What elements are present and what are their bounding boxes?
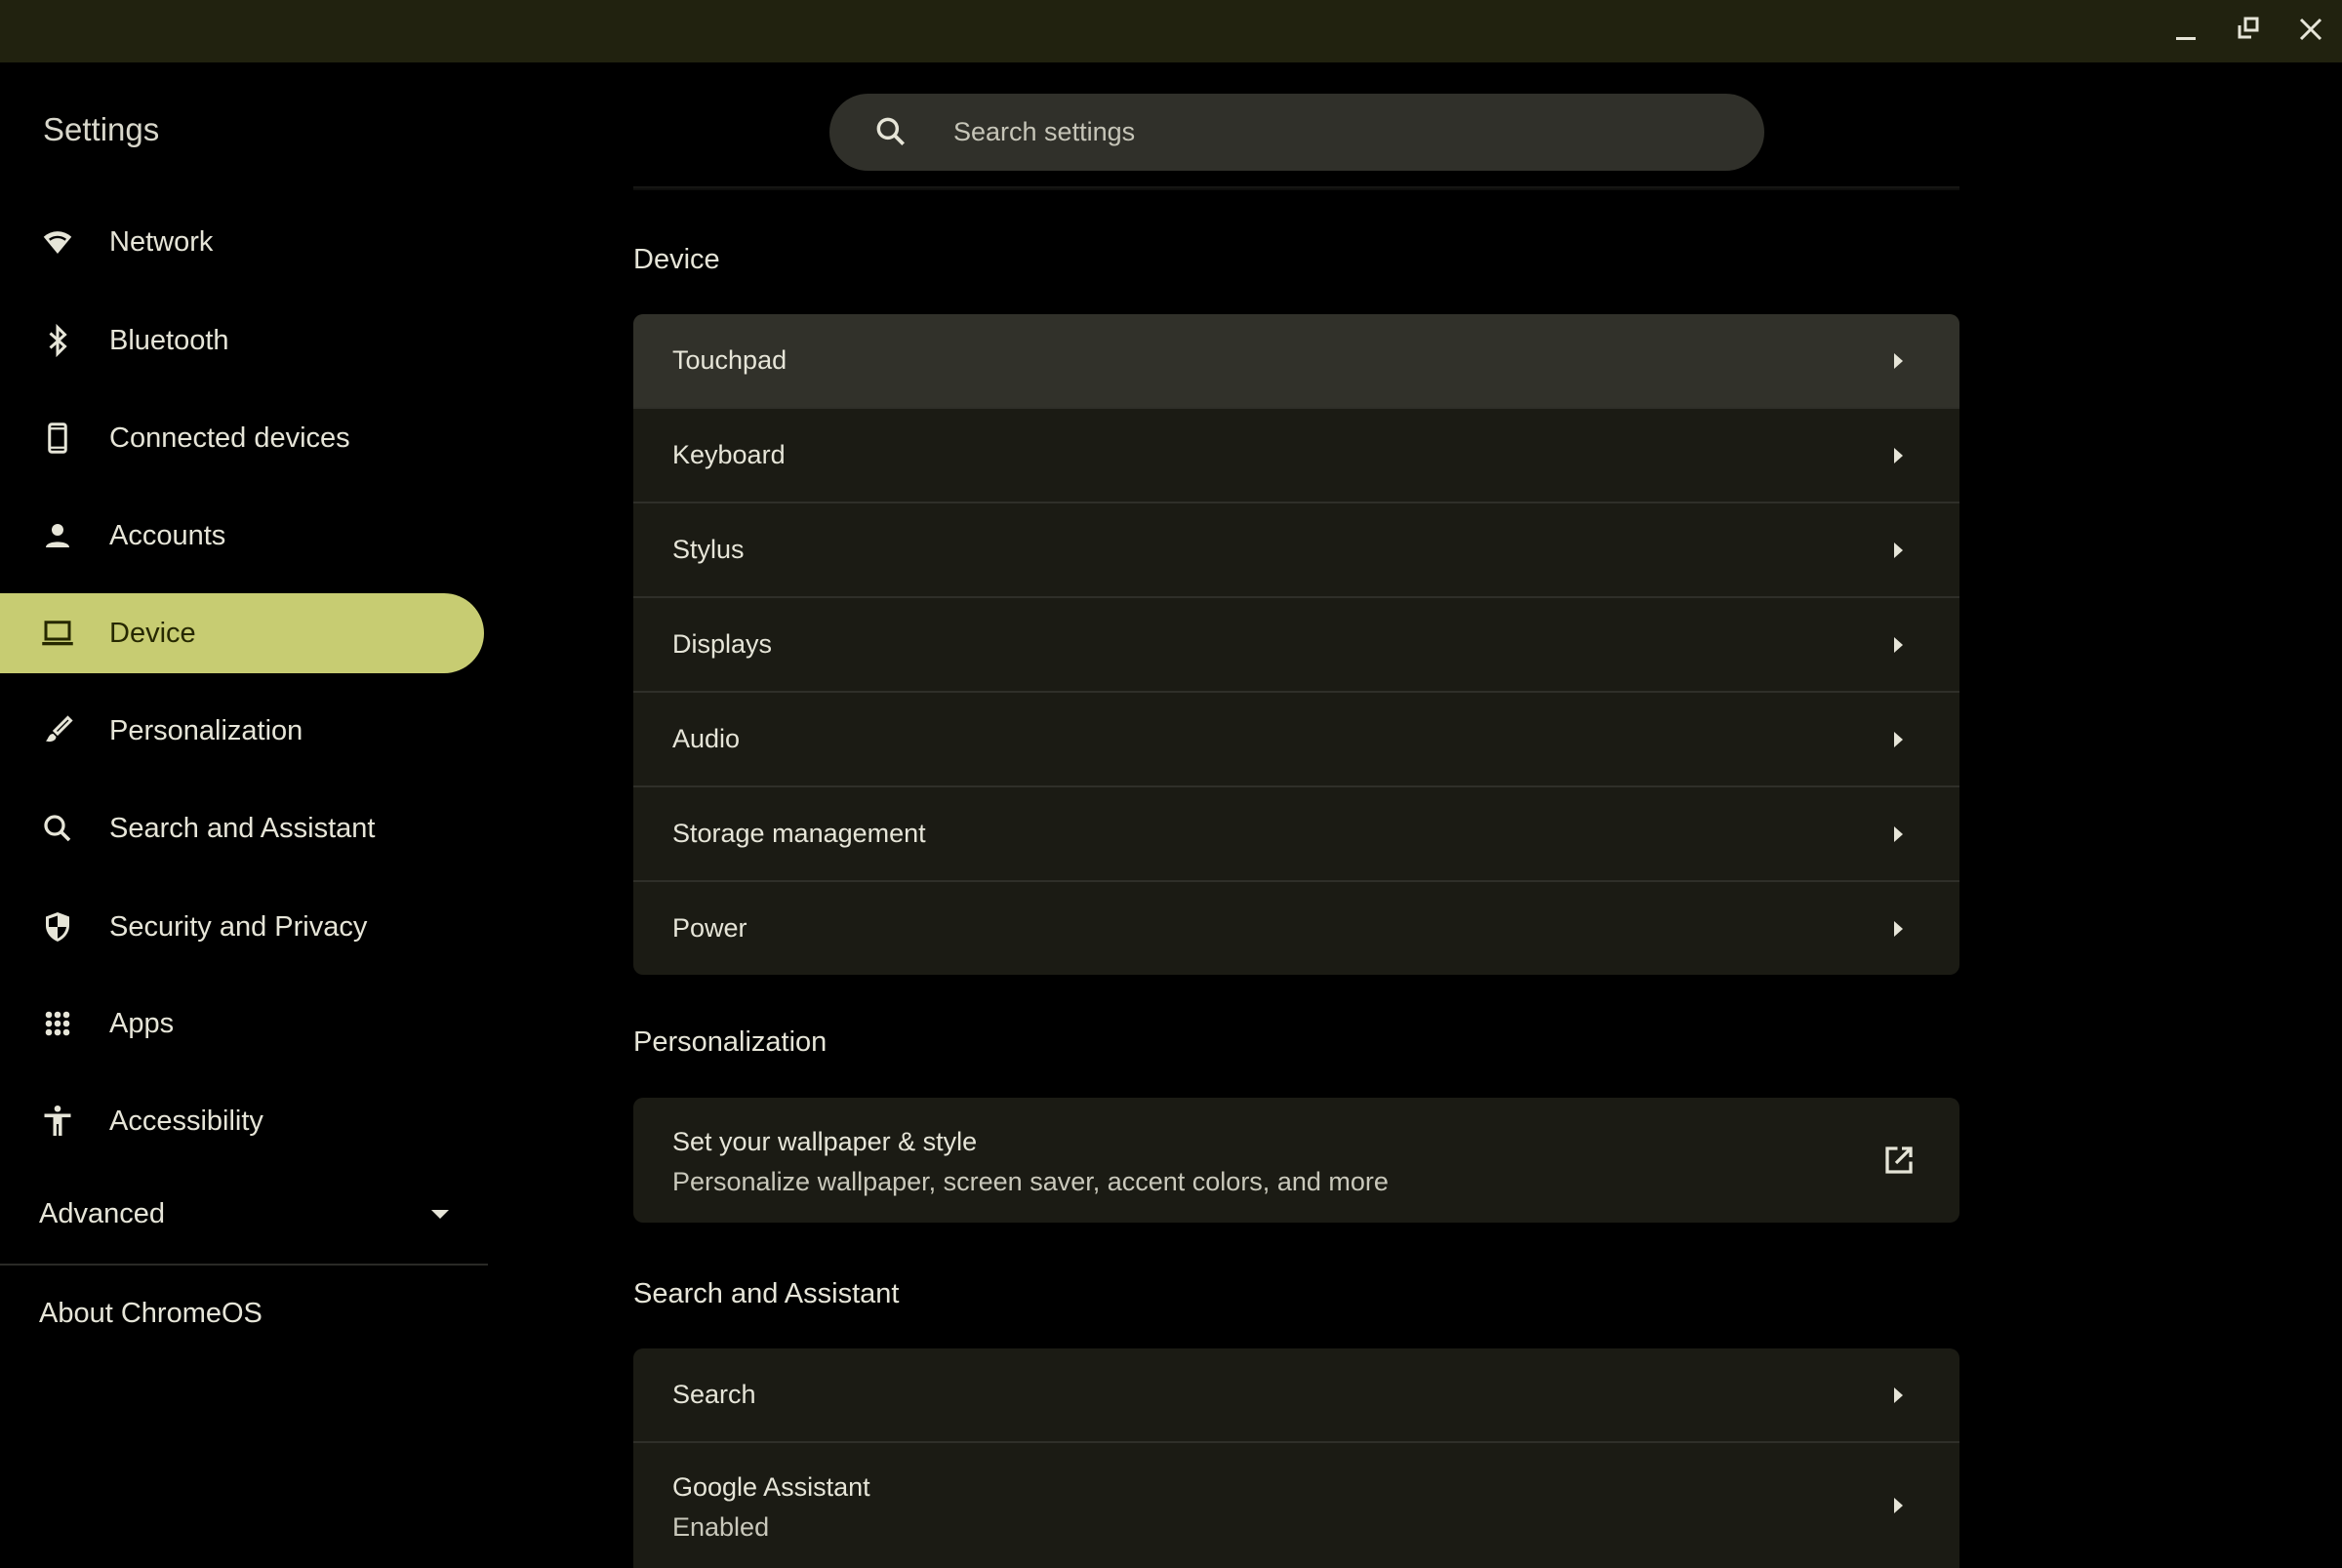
sidebar-item-label: Accessibility [109, 1105, 263, 1137]
sidebar-item-network[interactable]: Network [0, 202, 484, 282]
restore-icon [2238, 17, 2259, 39]
row-label: Search [672, 1380, 756, 1409]
shield-icon [39, 908, 76, 945]
row-label: Audio [672, 724, 741, 753]
sidebar-item-search-and-assistant[interactable]: Search and Assistant [0, 788, 484, 868]
arrow-right-icon [1894, 920, 1903, 937]
minimize-button[interactable] [2166, 12, 2205, 51]
sidebar-divider [0, 1264, 488, 1266]
section-heading-search-and-assistant: Search and Assistant [633, 1278, 900, 1309]
arrow-right-icon [1894, 1498, 1903, 1513]
sidebar-item-security-and-privacy[interactable]: Security and Privacy [0, 887, 484, 967]
section-heading-personalization: Personalization [633, 1026, 828, 1058]
row-audio[interactable]: Audio [633, 691, 1959, 785]
wifi-icon [39, 223, 76, 261]
sidebar-item-label: Accounts [109, 519, 226, 551]
sidebar: Settings Network Bluetooth Connected dev… [0, 62, 488, 1561]
row-stylus[interactable]: Stylus [633, 502, 1959, 596]
sidebar-item-label: Network [109, 225, 214, 258]
arrow-right-icon [1894, 731, 1903, 747]
sidebar-item-bluetooth[interactable]: Bluetooth [0, 301, 484, 381]
app-title: Settings [43, 111, 160, 147]
sidebar-item-connected-devices[interactable]: Connected devices [0, 398, 484, 478]
sidebar-item-accounts[interactable]: Accounts [0, 496, 484, 576]
arrow-right-icon [1894, 825, 1903, 842]
sidebar-item-label: Apps [109, 1007, 175, 1039]
search-input[interactable]: Search settings [829, 94, 1764, 171]
row-title: Set your wallpaper & style [672, 1127, 978, 1156]
row-label: Displays [672, 629, 773, 659]
arrow-right-icon [1894, 1387, 1903, 1403]
laptop-icon [39, 615, 76, 652]
close-icon [2299, 18, 2322, 41]
restore-button[interactable] [2229, 12, 2268, 51]
arrow-right-icon [1894, 352, 1903, 369]
open-in-new-icon [1885, 1146, 1913, 1174]
search-icon [39, 810, 76, 847]
about-chromeos-link[interactable]: About ChromeOS [39, 1298, 262, 1330]
personalization-card: Set your wallpaper & style Personalize w… [633, 1098, 1959, 1223]
row-label: Power [672, 913, 747, 943]
row-storage-management[interactable]: Storage management [633, 785, 1959, 880]
sidebar-item-label: Connected devices [109, 422, 350, 454]
phone-icon [39, 420, 76, 457]
row-touchpad[interactable]: Touchpad [633, 314, 1959, 407]
header-divider [633, 186, 1959, 190]
row-keyboard[interactable]: Keyboard [633, 407, 1959, 502]
row-power[interactable]: Power [633, 880, 1959, 975]
section-heading-device: Device [633, 244, 720, 275]
search-icon [876, 117, 906, 146]
search-assistant-card: Search Google Assistant Enabled [633, 1348, 1959, 1568]
row-label: Touchpad [672, 345, 787, 375]
row-title: Google Assistant [672, 1472, 870, 1502]
close-button[interactable] [2291, 12, 2330, 51]
sidebar-item-personalization[interactable]: Personalization [0, 691, 484, 771]
arrow-right-icon [1894, 447, 1903, 463]
sidebar-item-label: Bluetooth [109, 324, 229, 356]
row-label: Keyboard [672, 440, 786, 469]
advanced-label: Advanced [39, 1197, 165, 1229]
minimize-icon [2176, 37, 2196, 40]
caret-down-icon [431, 1209, 449, 1219]
advanced-toggle[interactable]: Advanced [39, 1185, 449, 1243]
apps-grid-icon [39, 1005, 76, 1042]
sidebar-item-device[interactable]: Device [0, 593, 484, 673]
arrow-right-icon [1894, 542, 1903, 558]
row-search[interactable]: Search [633, 1348, 1959, 1441]
bluetooth-icon [39, 322, 76, 359]
row-label: Stylus [672, 535, 745, 564]
row-subtitle: Personalize wallpaper, screen saver, acc… [672, 1167, 1389, 1196]
sidebar-item-label: Security and Privacy [109, 910, 368, 943]
sidebar-item-apps[interactable]: Apps [0, 984, 484, 1064]
sidebar-item-label: Search and Assistant [109, 812, 376, 844]
row-wallpaper-style[interactable]: Set your wallpaper & style Personalize w… [633, 1098, 1959, 1223]
sidebar-item-label: Device [109, 617, 196, 649]
device-card: Touchpad Keyboard Stylus Displays Audio … [633, 314, 1959, 975]
row-subtitle: Enabled [672, 1512, 770, 1542]
search-placeholder: Search settings [953, 117, 1136, 146]
row-google-assistant[interactable]: Google Assistant Enabled [633, 1441, 1959, 1568]
row-displays[interactable]: Displays [633, 596, 1959, 691]
brush-icon [39, 712, 76, 749]
row-label: Storage management [672, 819, 926, 848]
arrow-right-icon [1894, 636, 1903, 653]
sidebar-item-accessibility[interactable]: Accessibility [0, 1081, 484, 1161]
title-bar [0, 0, 2342, 62]
sidebar-item-label: Personalization [109, 714, 303, 746]
person-icon [39, 517, 76, 554]
accessibility-icon [39, 1103, 76, 1140]
